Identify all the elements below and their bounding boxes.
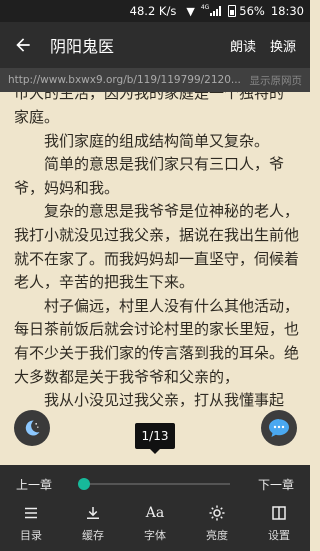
paragraph: 简单的意思是我们家只有三口人，爷爷，妈妈和我。 (14, 155, 285, 197)
chapter-progress-slider[interactable] (78, 478, 230, 490)
tool-bar: 目录 缓存 Aa 字体 亮度 设置 (0, 503, 310, 551)
reader-control-panel: 上一章 下一章 目录 缓存 Aa 字体 亮度 设置 (0, 465, 310, 551)
progress-slider-handle[interactable] (78, 478, 90, 490)
clock: 18:30 (270, 4, 304, 18)
night-mode-button[interactable] (14, 410, 50, 446)
battery-level: 56% (239, 4, 265, 18)
battery-indicator: 56% (228, 4, 265, 18)
settings-label: 设置 (268, 529, 290, 542)
paragraph: 村子偏远，村里人没有什么其他活动，每日茶前饭后就会讨论村里的家长里短，也有不少关… (14, 296, 300, 386)
next-chapter-button[interactable]: 下一章 (248, 476, 294, 493)
battery-icon (228, 5, 237, 17)
app-bar: 阴阳鬼医 朗读 换源 (0, 22, 310, 68)
moon-icon (25, 420, 40, 436)
list-icon (22, 503, 40, 523)
brightness-icon (208, 503, 226, 523)
arrow-left-icon (16, 38, 30, 52)
settings-icon (270, 503, 288, 523)
brightness-button[interactable]: 亮度 (191, 503, 243, 543)
book-title: 阴阳鬼医 (50, 37, 115, 56)
paragraph: 复杂的意思是我爷爷是位神秘的老人，我打小就没见过我父亲，据说在我出生前他就不在家… (14, 202, 300, 292)
download-icon (84, 503, 102, 523)
read-aloud-button[interactable]: 朗读 (230, 36, 256, 55)
paragraph: 我从小没见过我父亲，打从我懂事起 (44, 391, 285, 410)
cache-label: 缓存 (82, 529, 104, 542)
change-source-button[interactable]: 换源 (270, 36, 296, 55)
toc-button[interactable]: 目录 (5, 503, 57, 543)
network-type: 4G (200, 3, 210, 11)
network-speed: 48.2 K/s (129, 4, 177, 18)
chapter-navigation: 上一章 下一章 (0, 465, 310, 503)
status-bar: 48.2 K/s ▼ 4G 56% 18:30 (0, 0, 310, 22)
brightness-label: 亮度 (206, 529, 228, 542)
chat-bubble-icon (269, 419, 289, 437)
font-label: 字体 (144, 529, 166, 542)
page-indicator: 1/13 (135, 423, 175, 454)
signal-icon: 4G (200, 3, 222, 16)
font-button[interactable]: Aa 字体 (129, 503, 181, 543)
paragraph: 家庭。 (14, 108, 60, 126)
font-icon: Aa (145, 505, 165, 521)
settings-button[interactable]: 设置 (253, 503, 305, 543)
source-url: http://www.bxwx9.org/b/119/119799/2120..… (8, 74, 241, 86)
prev-chapter-button[interactable]: 上一章 (16, 476, 62, 493)
paragraph: 我们家庭的组成结构简单又复杂。 (44, 131, 270, 150)
toc-label: 目录 (20, 529, 42, 542)
back-button[interactable] (0, 22, 46, 68)
show-original-button[interactable]: 显示原网页 (250, 73, 303, 88)
wifi-icon: ▼ (186, 4, 195, 18)
comment-button[interactable] (261, 410, 297, 446)
cache-button[interactable]: 缓存 (67, 503, 119, 543)
partial-line: 市大的生活，因为我的家庭是一个独特的 (14, 92, 285, 102)
chapter-content[interactable]: 市大的生活，因为我的家庭是一个独特的 家庭。我们家庭的组成结构简单又复杂。简单的… (14, 92, 300, 413)
paragraph-list: 家庭。我们家庭的组成结构简单又复杂。简单的意思是我们家只有三口人，爷爷，妈妈和我… (14, 106, 300, 413)
url-bar: http://www.bxwx9.org/b/119/119799/2120..… (0, 68, 310, 92)
